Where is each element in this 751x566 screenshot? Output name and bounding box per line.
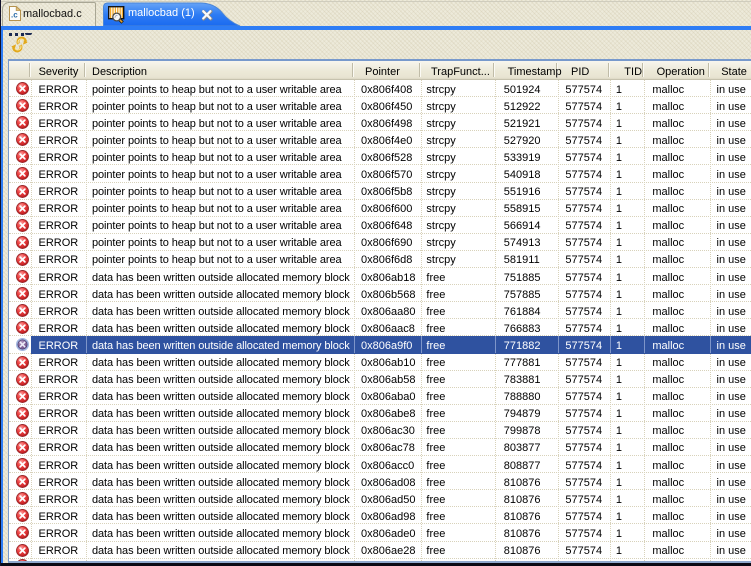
- svg-text:.c: .c: [11, 11, 18, 20]
